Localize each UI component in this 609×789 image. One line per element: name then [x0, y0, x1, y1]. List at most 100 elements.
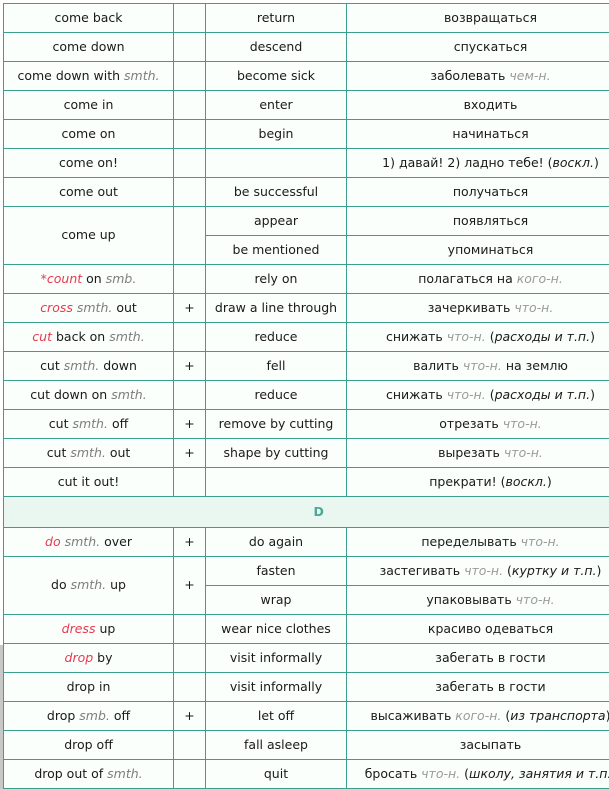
phrase-segment: drop — [47, 708, 79, 723]
separable-marker-cell — [174, 149, 206, 178]
translation-segment: чем-н. — [509, 68, 550, 83]
phrase-segment: over — [100, 534, 132, 549]
phrase-segment: on — [82, 271, 106, 286]
translation-segment: засыпать — [460, 737, 522, 752]
table-row: come onbeginначинаться — [4, 120, 609, 149]
table-row: do smth. over+do againпеределывать что-н… — [4, 528, 609, 557]
phrasal-verb-cell: come in — [4, 91, 174, 120]
separable-marker-cell — [174, 760, 206, 789]
separable-marker-cell — [174, 207, 206, 265]
separable-marker-cell: + — [174, 294, 206, 323]
separable-marker-cell — [174, 91, 206, 120]
translation-cell: 1) давай! 2) ладно тебе! (воскл.) — [347, 149, 609, 178]
definition-cell: fell — [206, 352, 347, 381]
translation-cell: забегать в гости — [347, 644, 609, 673]
translation-segment: что-н. — [421, 766, 460, 781]
phrase-segment: do — [51, 577, 71, 592]
phrase-segment: cut — [40, 358, 64, 373]
definition-cell: fasten — [206, 557, 347, 586]
phrasal-verb-cell: cut smth. out — [4, 439, 174, 468]
translation-segment: куртку и т.п. — [512, 563, 597, 578]
phrase-segment: come up — [61, 227, 115, 242]
translation-cell: красиво одеваться — [347, 615, 609, 644]
translation-segment: ( — [503, 563, 512, 578]
translation-cell: забегать в гости — [347, 673, 609, 702]
definition-cell: quit — [206, 760, 347, 789]
phrasal-verb-cell: come up — [4, 207, 174, 265]
phrase-segment: smth. — [72, 416, 108, 431]
table-row: *count on smb.rely onполагаться на кого-… — [4, 265, 609, 294]
translation-segment: снижать — [386, 387, 447, 402]
table-row: cut smth. down+fellвалить что-н. на земл… — [4, 352, 609, 381]
translation-segment: снижать — [386, 329, 447, 344]
phrasal-verb-cell: come back — [4, 4, 174, 33]
phrase-segment: count — [47, 271, 82, 286]
phrase-segment: come down — [52, 39, 124, 54]
translation-segment: что-н. — [504, 445, 543, 460]
translation-segment: красиво одеваться — [428, 621, 553, 636]
phrase-segment: up — [95, 621, 115, 636]
phrase-segment: smb. — [79, 708, 110, 723]
translation-cell: засыпать — [347, 731, 609, 760]
translation-cell: упоминаться — [347, 236, 609, 265]
phrasal-verb-cell: come down — [4, 33, 174, 62]
translation-segment: вырезать — [438, 445, 504, 460]
translation-segment: начинаться — [452, 126, 528, 141]
separable-marker-cell — [174, 4, 206, 33]
table-row: come on! 1) давай! 2) ладно тебе! (воскл.… — [4, 149, 609, 178]
definition-cell: wear nice clothes — [206, 615, 347, 644]
separable-marker-cell: + — [174, 557, 206, 615]
phrase-segment: off — [110, 708, 130, 723]
table-row: come outbe successfulполучаться — [4, 178, 609, 207]
separable-marker-cell — [174, 33, 206, 62]
translation-cell: получаться — [347, 178, 609, 207]
translation-cell: снижать что-н. (расходы и т.п.) — [347, 381, 609, 410]
translation-segment: спускаться — [454, 39, 528, 54]
phrasal-verb-cell: dress up — [4, 615, 174, 644]
phrasal-verb-cell: cut smth. down — [4, 352, 174, 381]
translation-segment: что-н. — [447, 329, 486, 344]
phrasal-verb-cell: cut back on smth. — [4, 323, 174, 352]
table-row: drop byvisit informallyзабегать в гости — [4, 644, 609, 673]
phrasal-verb-cell: drop out of smth. — [4, 760, 174, 789]
translation-segment: бросать — [365, 766, 421, 781]
phrase-segment: come in — [64, 97, 114, 112]
translation-segment: ( — [501, 708, 510, 723]
translation-segment: застегивать — [380, 563, 465, 578]
table-row: come backreturnвозвращаться — [4, 4, 609, 33]
phrase-segment: come out — [59, 184, 118, 199]
phrase-segment: smth. — [64, 358, 100, 373]
table-row: cut smth. off+remove by cuttingотрезать … — [4, 410, 609, 439]
table-row: come down with smth.become sickзаболеват… — [4, 62, 609, 91]
definition-cell: appear — [206, 207, 347, 236]
definition-cell: return — [206, 4, 347, 33]
table-row: drop invisit informallyзабегать в гости — [4, 673, 609, 702]
definition-cell — [206, 149, 347, 178]
translation-segment: ( — [460, 766, 469, 781]
separable-marker-cell — [174, 644, 206, 673]
definition-cell: begin — [206, 120, 347, 149]
phrase-segment: smth. — [109, 329, 145, 344]
table-row: drop offfall asleepзасыпать — [4, 731, 609, 760]
phrase-segment: cross — [40, 300, 73, 315]
translation-cell: валить что-н. на землю — [347, 352, 609, 381]
translation-segment: полагаться на — [418, 271, 517, 286]
phrase-segment: cut down on — [30, 387, 111, 402]
separable-marker-cell: + — [174, 702, 206, 731]
phrase-segment: out — [112, 300, 136, 315]
phrasal-verb-cell: come on! — [4, 149, 174, 178]
phrasal-verb-cell: come down with smth. — [4, 62, 174, 91]
separable-marker-cell — [174, 120, 206, 149]
table-row: come downdescendспускаться — [4, 33, 609, 62]
phrase-segment: out — [106, 445, 130, 460]
separable-marker-cell — [174, 381, 206, 410]
table-row: drop out of smth. quit бросать что-н. (шко… — [4, 760, 609, 789]
table-row: dress up wear nice clothes красиво одевать… — [4, 615, 609, 644]
translation-segment: что-н. — [514, 300, 553, 315]
definition-cell: do again — [206, 528, 347, 557]
translation-segment: ) — [547, 474, 552, 489]
separable-marker-cell — [174, 62, 206, 91]
phrasal-verb-cell: do smth. up — [4, 557, 174, 615]
translation-segment: расходы и т.п. — [495, 329, 591, 344]
translation-segment: школу, занятия и т.п. — [469, 766, 609, 781]
